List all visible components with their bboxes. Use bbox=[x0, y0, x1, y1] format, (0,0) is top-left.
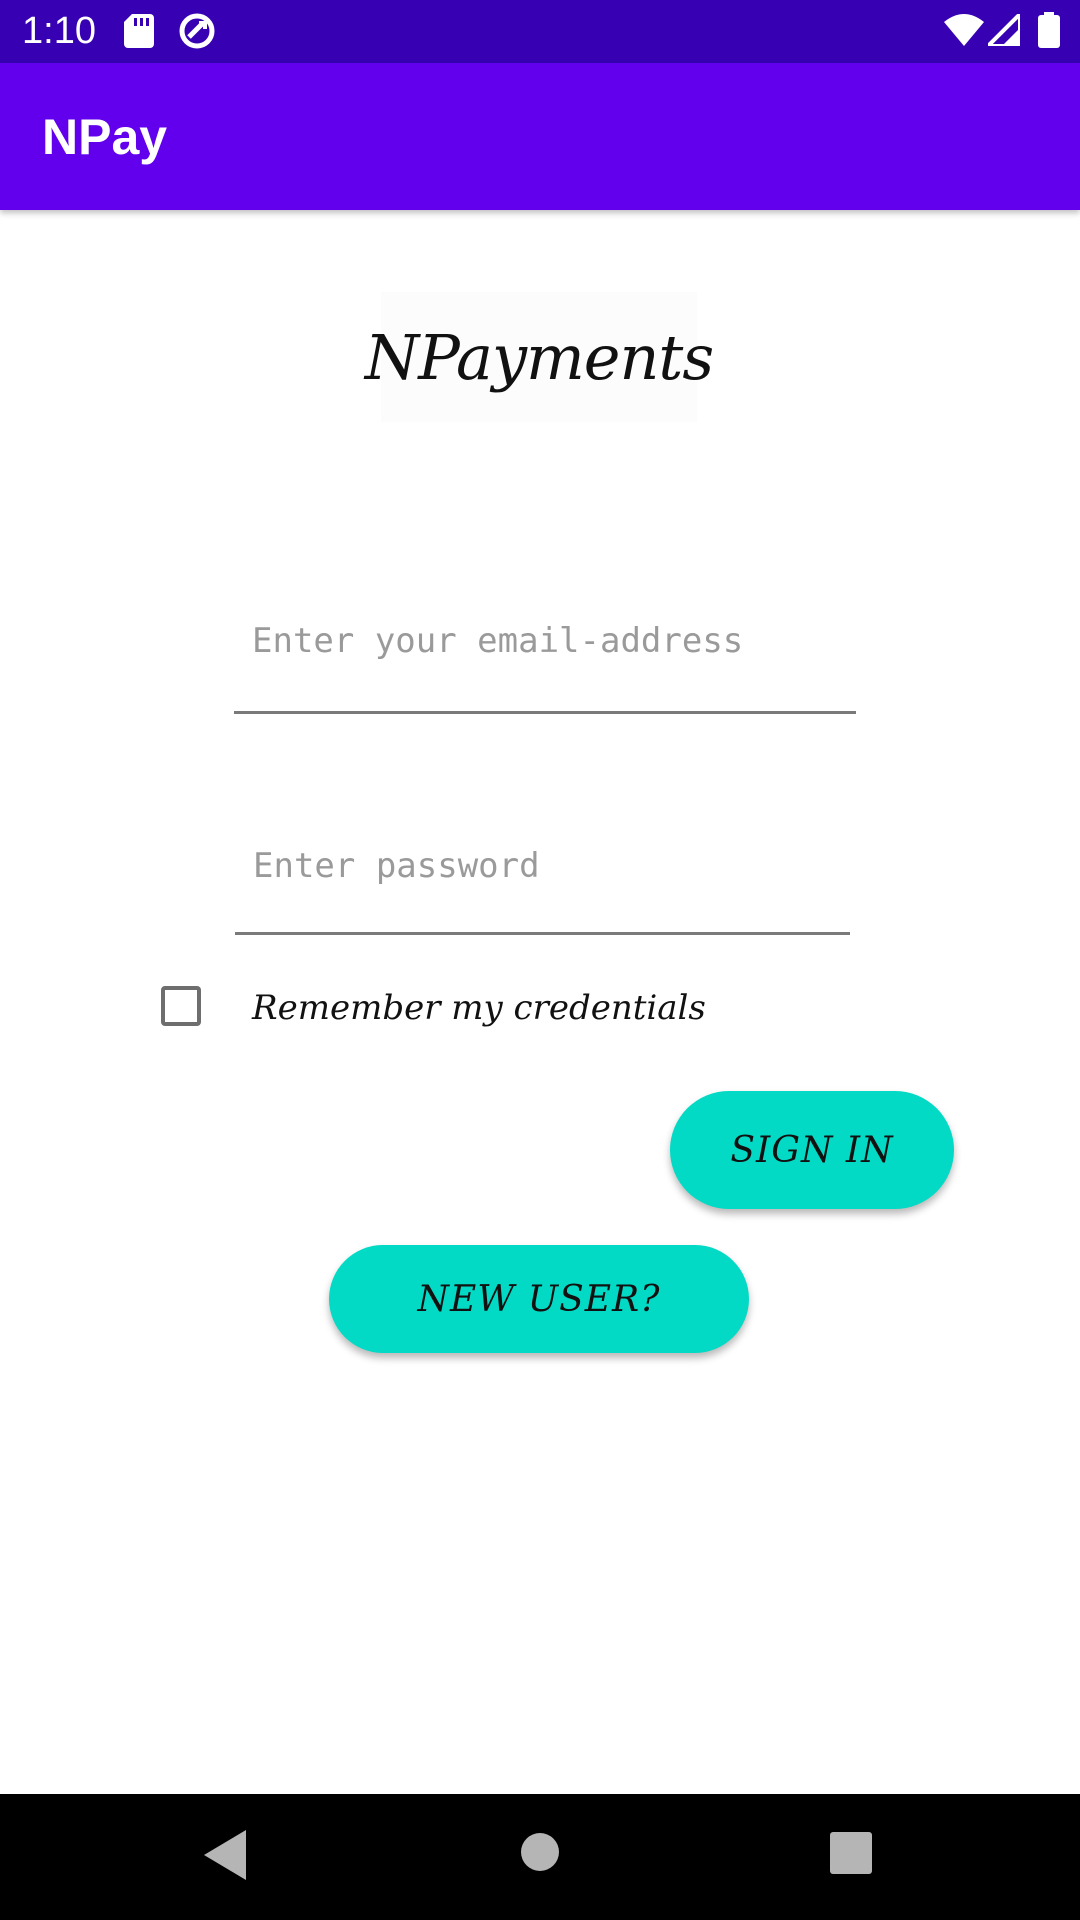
battery-icon bbox=[1038, 12, 1060, 53]
password-field[interactable] bbox=[235, 830, 850, 902]
sync-circle-icon bbox=[178, 12, 216, 55]
password-underline bbox=[235, 932, 850, 935]
sign-in-button[interactable]: SIGN IN bbox=[670, 1091, 954, 1209]
cell-signal-icon bbox=[983, 9, 1022, 51]
remember-checkbox[interactable] bbox=[161, 986, 201, 1026]
status-time: 1:10 bbox=[22, 10, 96, 52]
back-icon[interactable] bbox=[204, 1830, 246, 1885]
new-user-button[interactable]: NEW USER? bbox=[329, 1245, 749, 1353]
status-bar: 1:10 bbox=[0, 0, 1080, 63]
wifi-icon bbox=[944, 14, 984, 51]
remember-label: Remember my credentials bbox=[252, 988, 706, 1028]
email-underline bbox=[234, 711, 856, 714]
logo-text: NPayments bbox=[364, 320, 714, 394]
new-user-label: NEW USER? bbox=[417, 1278, 661, 1320]
sign-in-label: SIGN IN bbox=[730, 1129, 894, 1171]
recents-icon[interactable] bbox=[830, 1832, 872, 1879]
app-logo: NPayments bbox=[365, 292, 714, 422]
email-field[interactable] bbox=[234, 605, 856, 677]
home-icon[interactable] bbox=[520, 1832, 560, 1877]
sd-card-icon bbox=[124, 14, 154, 53]
app-bar: NPay bbox=[0, 63, 1080, 210]
navigation-bar bbox=[0, 1794, 1080, 1920]
login-screen: 1:10 NPay NPayments Enter your email-add… bbox=[0, 0, 1080, 1920]
app-title: NPay bbox=[42, 109, 168, 165]
